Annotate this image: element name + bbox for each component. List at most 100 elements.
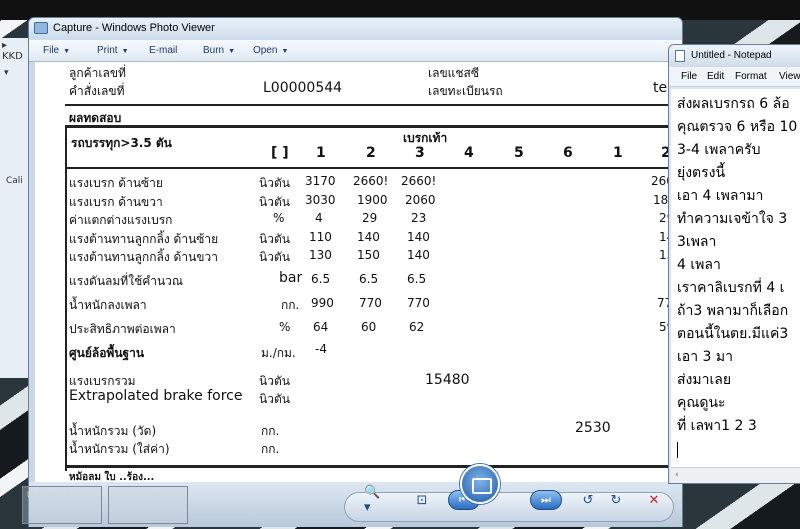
- actual-size-icon[interactable]: ⊡: [412, 490, 432, 510]
- row-value: 1900: [357, 193, 388, 207]
- brake-test-report-image: ลูกค้าเลขที่ คำสั่งเลขที่ L00000544 เลขแ…: [35, 62, 678, 482]
- plate-value: te: [653, 80, 668, 96]
- total-weight-value: 2530: [575, 420, 611, 436]
- zoom-icon[interactable]: 🔍▾: [364, 485, 384, 515]
- wheel-center-label: ศูนย์ล้อพื้นฐาน: [69, 346, 145, 360]
- row-label: ค่าแตกต่างแรงเบรก: [69, 213, 173, 227]
- thumb-label: Untitled - Note: [27, 490, 85, 500]
- rule-left: [65, 125, 67, 471]
- text-line: ยุ่งตรงนี้: [677, 165, 726, 181]
- text-line: ทำความเจข้าใจ 3: [677, 211, 788, 227]
- rotate-clockwise-icon[interactable]: ↻: [606, 490, 626, 510]
- row-value: 770: [407, 296, 430, 310]
- row-label: แรงต้านทานลูกกลิ้ง ด้านขวา: [69, 250, 218, 264]
- brake-header: เบรกเท้า: [403, 131, 448, 145]
- text-line: 3เพลา: [677, 234, 717, 250]
- next-button[interactable]: ⏭: [530, 490, 562, 510]
- total-brake-value: 15480: [425, 372, 470, 388]
- text-line: คุณตรวจ 6 หรือ 10: [677, 119, 798, 135]
- rule-bottom: [65, 465, 678, 468]
- explorer-dropdown-icon[interactable]: ▾: [4, 68, 9, 78]
- row-unit: นิวตัน: [259, 176, 290, 190]
- total-weight-measured-unit: กก.: [261, 424, 280, 438]
- text-line: 3-4 เพลาครับ: [677, 142, 761, 158]
- row-value: 3030: [305, 193, 336, 207]
- axle-header-4: 4: [464, 145, 474, 161]
- notepad-menu-file[interactable]: File: [681, 71, 697, 82]
- notepad-menu-format[interactable]: Format: [735, 71, 767, 82]
- photo-viewer-image-area[interactable]: ลูกค้าเลขที่ คำสั่งเลขที่ L00000544 เลขแ…: [35, 62, 678, 482]
- notepad-menu-edit[interactable]: Edit: [707, 71, 724, 82]
- row-value: 60: [361, 320, 377, 334]
- row-value: 140: [407, 230, 430, 244]
- notepad-horizontal-scrollbar[interactable]: ‹: [671, 467, 800, 483]
- menu-burn[interactable]: Burn ▼: [203, 45, 235, 56]
- taskbar-paint-thumb[interactable]: Untitled - Paint: [108, 486, 188, 524]
- notepad-title: Untitled - Notepad: [691, 50, 772, 61]
- text-line: เอา 4 เพลามา: [677, 188, 764, 204]
- row-value: 62: [409, 320, 425, 334]
- row-label: แรงดันลมที่ใช้คำนวณ: [69, 274, 184, 288]
- row-value: 110: [309, 230, 332, 244]
- text-line: ที่ เลพา1 2 3: [677, 418, 757, 434]
- rule-header: [65, 167, 678, 169]
- next-icon: ⏭: [541, 493, 551, 506]
- text-line: ถ้า3 พลามาก็เลือก: [677, 303, 789, 319]
- row-value: 140: [357, 230, 380, 244]
- notepad-menubar: File Edit Format View: [669, 67, 800, 87]
- notepad-menu-view[interactable]: View: [779, 71, 800, 82]
- scroll-left-icon[interactable]: ‹: [675, 470, 679, 480]
- explorer-breadcrumb[interactable]: ▸ KKD: [2, 40, 29, 62]
- background-explorer-window: ▸ KKD ▾ Cali: [0, 38, 30, 378]
- menu-print[interactable]: Print ▼: [97, 45, 129, 56]
- delete-icon[interactable]: ✕: [644, 490, 664, 510]
- current-no-value: L00000544: [263, 80, 343, 96]
- axle-header-7: 1: [613, 145, 623, 161]
- row-value: 140: [407, 248, 430, 262]
- row-value: 6.5: [407, 272, 427, 286]
- notepad-app-icon: [675, 50, 685, 62]
- photo-viewer-window: Capture - Windows Photo Viewer File ▼ Pri…: [28, 17, 683, 527]
- row-label: แรงเบรก ด้านขวา: [69, 195, 163, 209]
- taskbar-notepad-thumb[interactable]: Untitled - Note: [22, 486, 102, 524]
- photo-viewer-menubar: File ▼ Print ▼ E-mail Burn ▼ Open ▼: [29, 40, 682, 62]
- text-cursor: [677, 442, 678, 458]
- row-value: 2060: [405, 193, 436, 207]
- menu-open[interactable]: Open ▼: [253, 45, 288, 56]
- notepad-text-area[interactable]: ส่งผลเบรกรถ 6 ล้อ คุณตรวจ 6 หรือ 10 3-4 …: [671, 89, 800, 467]
- row-label: ประสิทธิภาพต่อเพลา: [69, 322, 176, 336]
- row-label: แรงเบรก ด้านซ้าย: [69, 176, 163, 190]
- row-value: 150: [357, 248, 380, 262]
- row-value: 990: [311, 296, 334, 310]
- photo-viewer-titlebar[interactable]: Capture - Windows Photo Viewer: [29, 18, 682, 40]
- vehicle-class: รถบรรทุก>3.5 ตัน: [71, 136, 172, 150]
- photo-viewer-app-icon: [34, 22, 48, 34]
- row-label: น้ำหนักลงเพลา: [69, 298, 147, 312]
- slideshow-button[interactable]: [460, 464, 500, 504]
- rule-results: [65, 125, 678, 128]
- extrapolated-unit: นิวตัน: [259, 392, 290, 406]
- notepad-window: Untitled - Notepad File Edit Format View…: [668, 44, 800, 484]
- current-no-label: คำสั่งเลขที่: [69, 84, 125, 98]
- customer-no-label: ลูกค้าเลขที่: [69, 66, 126, 80]
- total-weight-measured-label: น้ำหนักรวม (วัด): [69, 424, 157, 438]
- explorer-side-label[interactable]: Cali: [6, 176, 23, 186]
- text-line: 4 เพลา: [677, 257, 721, 273]
- rotate-counterclockwise-icon[interactable]: ↺: [578, 490, 598, 510]
- row-value: 2660!: [401, 174, 437, 188]
- row-unit: %: [273, 211, 285, 225]
- row-value: 29: [362, 211, 378, 225]
- row-unit: นิวตัน: [259, 195, 290, 209]
- row-label: แรงต้านทานลูกกลิ้ง ด้านซ้าย: [69, 232, 219, 246]
- menu-email[interactable]: E-mail: [149, 45, 177, 56]
- row-value: 4: [315, 211, 323, 225]
- notepad-titlebar[interactable]: Untitled - Notepad: [669, 45, 800, 67]
- axle-header-1: 1: [316, 145, 326, 161]
- unit-col-header: [ ]: [271, 145, 289, 161]
- window-title: Capture - Windows Photo Viewer: [53, 22, 215, 34]
- row-unit: %: [279, 320, 291, 334]
- axle-header-6: 6: [563, 145, 573, 161]
- menu-file[interactable]: File ▼: [43, 45, 70, 56]
- row-unit: นิวตัน: [259, 250, 290, 264]
- row-value: 64: [313, 320, 329, 334]
